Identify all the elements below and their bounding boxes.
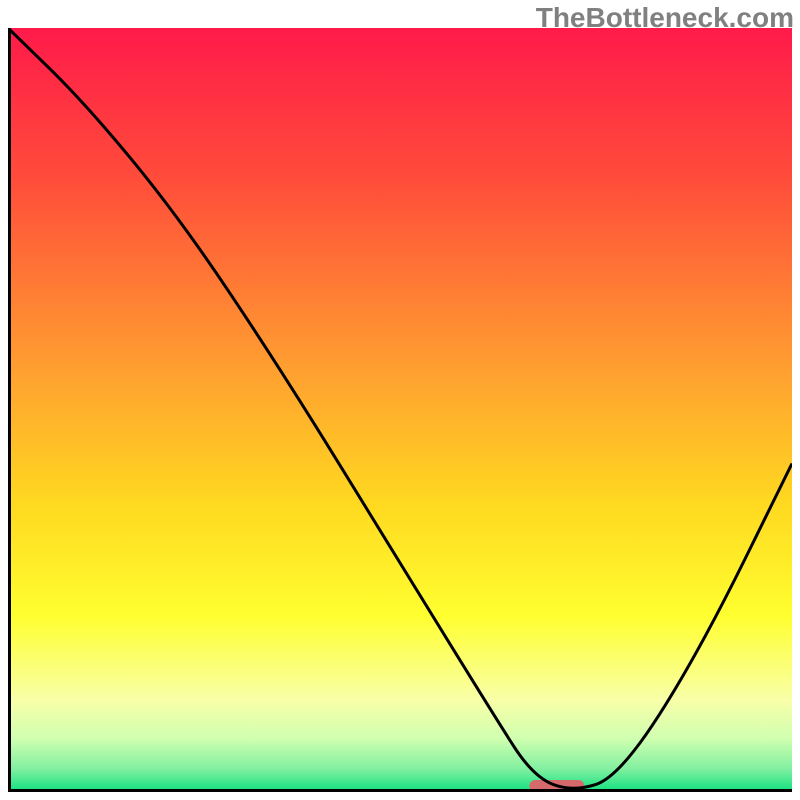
chart-area	[8, 28, 792, 792]
chart-container: TheBottleneck.com	[0, 0, 800, 800]
chart-background	[8, 28, 792, 792]
chart-svg	[8, 28, 792, 792]
watermark-text: TheBottleneck.com	[536, 2, 794, 34]
